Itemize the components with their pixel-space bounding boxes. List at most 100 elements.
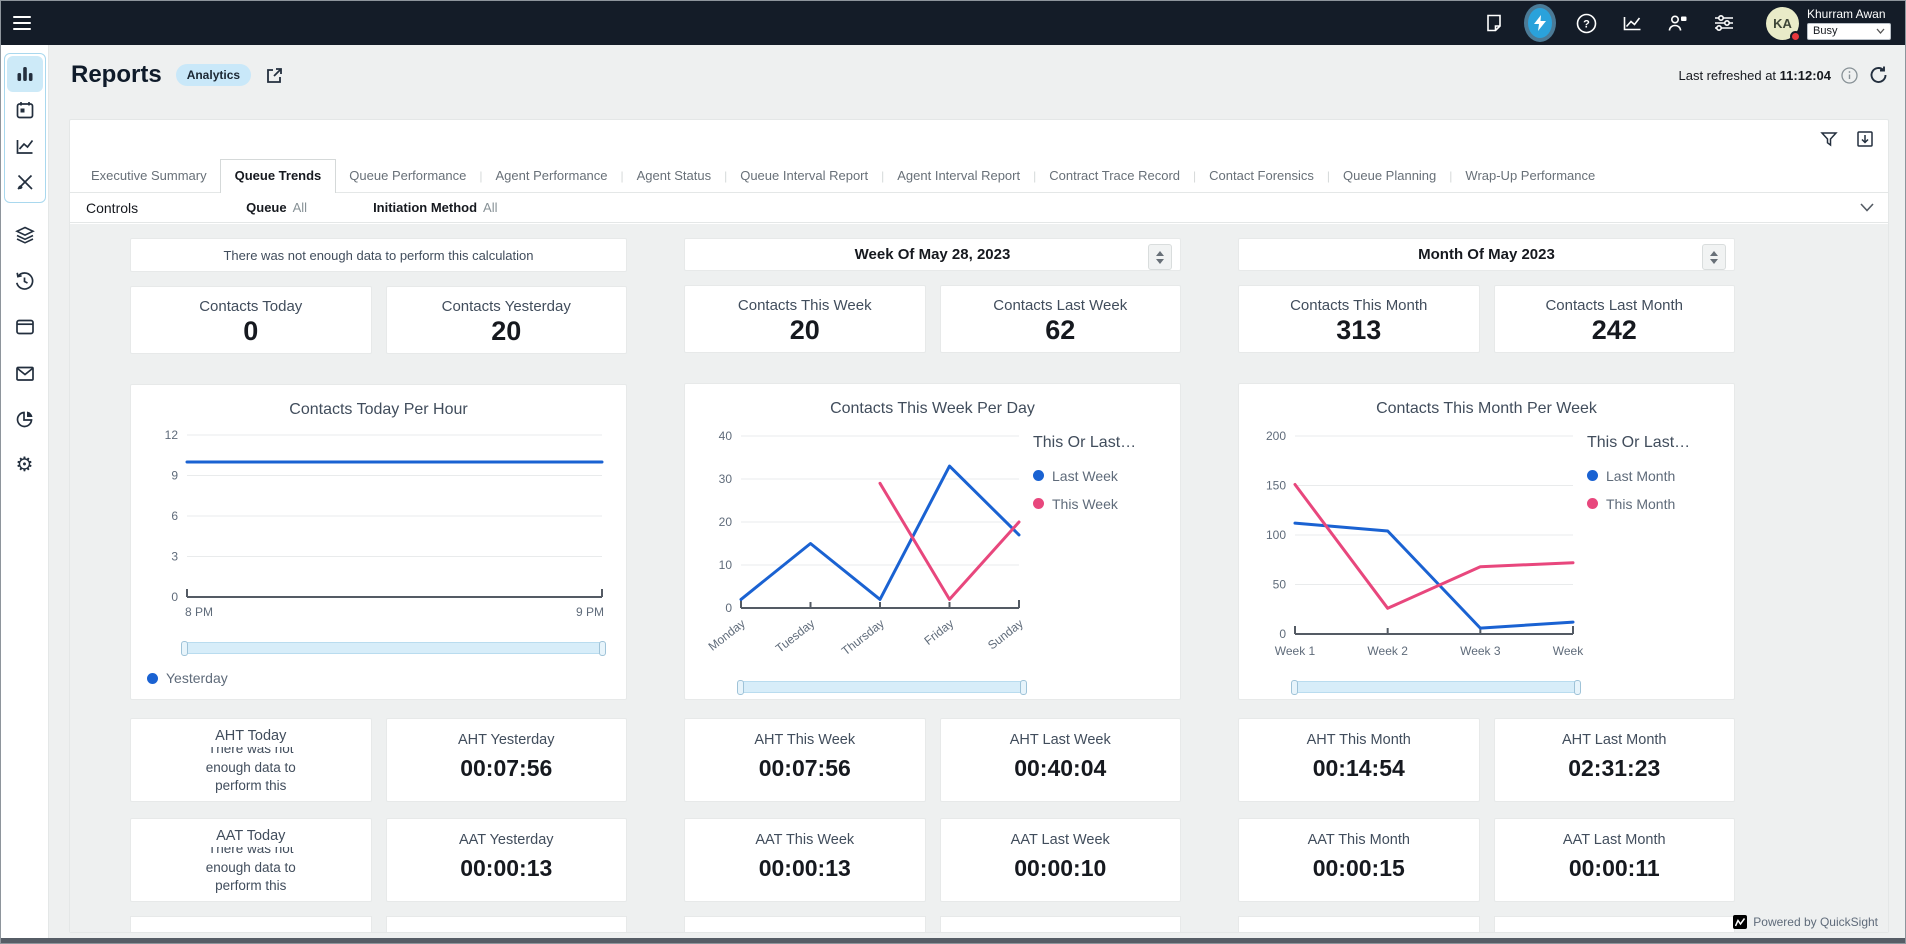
chart-canvas: 010203040MondayTuesdayThursdayFridaySund… bbox=[697, 420, 1031, 672]
stat-value: 242 bbox=[1495, 315, 1735, 346]
tab-queue-trends[interactable]: Queue Trends bbox=[220, 159, 337, 193]
svg-text:10: 10 bbox=[719, 558, 733, 572]
line-chart-icon bbox=[15, 136, 35, 156]
kpi-aat-last-week: AAT Last Week 00:00:10 bbox=[940, 818, 1182, 902]
chart-scrollbar[interactable] bbox=[1291, 681, 1581, 693]
svg-text:Monday: Monday bbox=[706, 616, 748, 653]
scrollbar-handle[interactable] bbox=[1291, 680, 1298, 695]
scrollbar-handle[interactable] bbox=[1020, 680, 1027, 695]
svg-text:Week 1: Week 1 bbox=[1275, 644, 1316, 658]
stat-value: 62 bbox=[941, 315, 1181, 346]
window-bottom-edge bbox=[1, 938, 1905, 943]
scrollbar-handle[interactable] bbox=[599, 641, 606, 656]
chevron-down-icon bbox=[1876, 28, 1885, 34]
clipped-card bbox=[386, 916, 628, 932]
quicksight-logo-icon bbox=[1733, 915, 1747, 929]
kpi-label: AAT Last Month bbox=[1495, 832, 1735, 848]
svg-text:?: ? bbox=[1583, 18, 1590, 30]
dashboard-panel: There was not enough data to perform thi… bbox=[70, 224, 1888, 932]
sidebar-item-history[interactable] bbox=[7, 263, 43, 299]
chart-legend: This Or Last…Last MonthThis Month bbox=[1585, 420, 1712, 693]
svg-text:3: 3 bbox=[171, 550, 178, 564]
sidebar-item-layers[interactable] bbox=[7, 217, 43, 253]
stat-label: Contacts Last Week bbox=[941, 297, 1181, 314]
sidebar-item-window[interactable] bbox=[7, 309, 43, 345]
filter-queue[interactable]: Queue All bbox=[246, 200, 307, 215]
legend-item-this-month[interactable]: This Month bbox=[1587, 496, 1712, 512]
filter-initiation-method[interactable]: Initiation MethodAll bbox=[373, 200, 497, 215]
chart-scrollbar[interactable] bbox=[737, 681, 1027, 693]
kpi-label: AHT Yesterday bbox=[387, 732, 627, 748]
sidebar-item-mail[interactable] bbox=[7, 355, 43, 391]
clipped-card bbox=[130, 916, 372, 932]
kpi-aht-today: AHT Today There was not enough data to p… bbox=[130, 718, 372, 802]
stat-label: Contacts Last Month bbox=[1495, 297, 1735, 314]
last-refreshed-text: Last refreshed at 11:12:04 bbox=[1678, 68, 1831, 83]
sidebar-item-dashboards[interactable] bbox=[7, 56, 43, 92]
sidebar-item-settings[interactable]: ⚙ bbox=[7, 447, 43, 483]
scrollbar-handle[interactable] bbox=[181, 641, 188, 656]
legend-item-last-week[interactable]: Last Week bbox=[1033, 468, 1158, 484]
stat-contacts-last-week: Contacts Last Week 62 bbox=[940, 285, 1182, 353]
chart-scrollbar[interactable] bbox=[181, 642, 606, 654]
scrollbar-handle[interactable] bbox=[737, 680, 744, 695]
kpi-aht-yesterday: AHT Yesterday 00:07:56 bbox=[386, 718, 628, 802]
filter-icon[interactable] bbox=[1820, 130, 1838, 148]
tab-agent-status[interactable]: Agent Status bbox=[624, 160, 724, 192]
legend-item-this-week[interactable]: This Week bbox=[1033, 496, 1158, 512]
refresh-icon[interactable] bbox=[1868, 65, 1889, 85]
kpi-label: AAT Today bbox=[131, 828, 371, 844]
tab-queue-performance[interactable]: Queue Performance bbox=[336, 160, 479, 192]
tab-queue-planning[interactable]: Queue Planning bbox=[1330, 160, 1449, 192]
clipped-card bbox=[1238, 916, 1480, 932]
column-week: Week Of May 28, 2023 Contacts This Week … bbox=[684, 238, 1181, 932]
week-stepper[interactable] bbox=[1148, 244, 1172, 270]
controls-collapse-chevron-icon[interactable] bbox=[1860, 203, 1874, 212]
svg-text:Sunday: Sunday bbox=[985, 616, 1026, 652]
settings-sliders-icon[interactable] bbox=[1712, 11, 1736, 35]
stat-label: Contacts Today bbox=[131, 298, 371, 315]
tab-contact-forensics[interactable]: Contact Forensics bbox=[1196, 160, 1327, 192]
help-icon[interactable]: ? bbox=[1574, 11, 1598, 35]
lightning-icon[interactable] bbox=[1528, 11, 1552, 35]
sidebar-item-design[interactable] bbox=[7, 164, 43, 200]
status-select[interactable]: Busy bbox=[1807, 23, 1891, 40]
column-month: Month Of May 2023 Contacts This Month 31… bbox=[1238, 238, 1735, 932]
sidebar-item-pie-chart[interactable] bbox=[7, 401, 43, 437]
svg-text:Week 3: Week 3 bbox=[1460, 644, 1501, 658]
tab-agent-performance[interactable]: Agent Performance bbox=[483, 160, 621, 192]
layers-icon bbox=[14, 225, 36, 245]
tab-queue-interval-report[interactable]: Queue Interval Report bbox=[727, 160, 881, 192]
avatar[interactable]: KA bbox=[1766, 7, 1799, 40]
hamburger-menu-icon[interactable] bbox=[13, 9, 41, 37]
external-link-icon[interactable] bbox=[265, 66, 284, 85]
export-icon[interactable] bbox=[1856, 130, 1874, 148]
svg-text:50: 50 bbox=[1273, 577, 1287, 591]
legend-label: Yesterday bbox=[166, 670, 228, 686]
legend-item-yesterday[interactable]: Yesterday bbox=[147, 670, 228, 686]
info-icon[interactable] bbox=[1841, 67, 1858, 84]
tab-contract-trace-record[interactable]: Contract Trace Record bbox=[1036, 160, 1193, 192]
kpi-value: 00:07:56 bbox=[685, 755, 925, 782]
filter-value: All bbox=[293, 200, 307, 215]
kpi-aht-last-month: AHT Last Month 02:31:23 bbox=[1494, 718, 1736, 802]
user-name: Khurram Awan bbox=[1807, 7, 1891, 21]
svg-text:Week 2: Week 2 bbox=[1367, 644, 1408, 658]
sidebar-item-line-chart[interactable] bbox=[7, 128, 43, 164]
legend-dot-icon bbox=[147, 673, 158, 684]
scrollbar-handle[interactable] bbox=[1574, 680, 1581, 695]
tab-agent-interval-report[interactable]: Agent Interval Report bbox=[884, 160, 1033, 192]
chart-legend: This Or Last…Last WeekThis Week bbox=[1031, 420, 1158, 693]
stat-label: Contacts This Month bbox=[1239, 297, 1479, 314]
metrics-icon[interactable] bbox=[1620, 11, 1644, 35]
feedback-note-icon[interactable] bbox=[1482, 11, 1506, 35]
month-stepper[interactable] bbox=[1702, 244, 1726, 270]
filter-name: Queue bbox=[246, 200, 286, 215]
legend-item-last-month[interactable]: Last Month bbox=[1587, 468, 1712, 484]
agents-icon[interactable] bbox=[1666, 11, 1690, 35]
sidebar-item-calendar[interactable] bbox=[7, 92, 43, 128]
tab-wrap-up-performance[interactable]: Wrap-Up Performance bbox=[1452, 160, 1608, 192]
tab-executive-summary[interactable]: Executive Summary bbox=[78, 160, 220, 192]
kpi-aht-this-month: AHT This Month 00:14:54 bbox=[1238, 718, 1480, 802]
stat-value: 0 bbox=[131, 316, 371, 347]
